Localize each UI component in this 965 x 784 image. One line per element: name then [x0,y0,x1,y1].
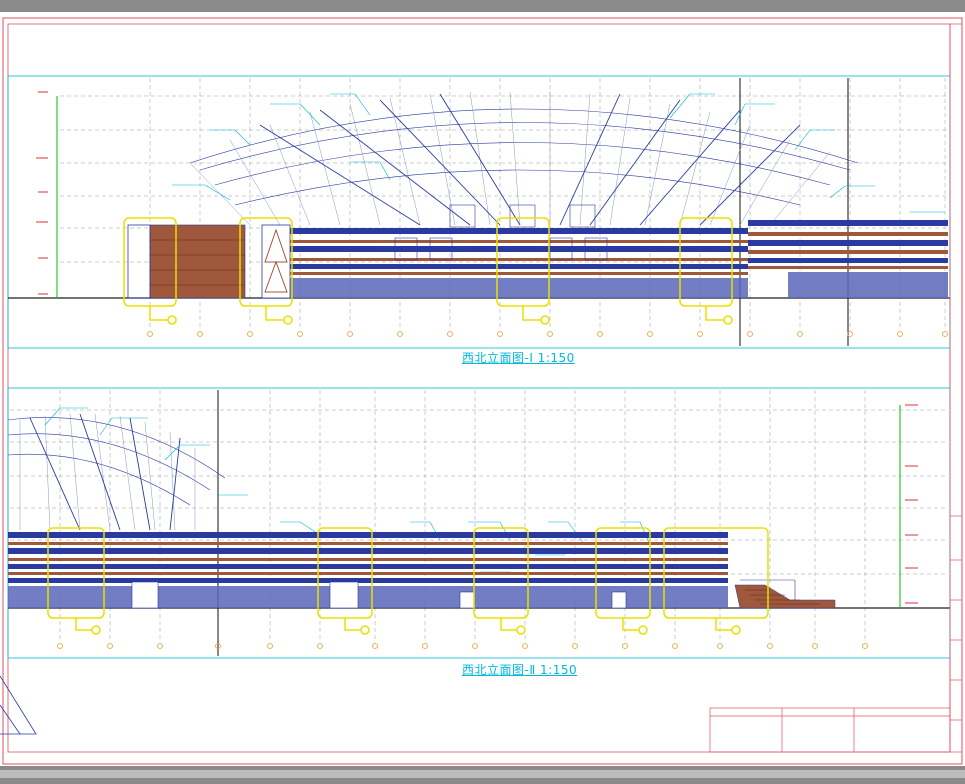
elevation-2-title: 西北立面图-Ⅱ 1:150 [462,663,578,677]
north-arrow [0,675,37,735]
building-body-2 [8,532,836,609]
elevation-2-level-scale [899,404,918,608]
horizontal-bands-1 [290,220,948,298]
building-body-1 [127,204,948,299]
window-bottom-scrollbar[interactable] [0,770,965,778]
stair-ramp [734,584,836,609]
elevation-1-title: 西北立面图-Ⅰ 1:150 [462,351,575,365]
brick-facade [149,224,246,299]
elevation-1 [7,75,951,349]
roof-truss-2 [7,413,226,531]
elevation-1-level-scale [36,91,58,298]
axis-bubbles-2 [57,643,868,649]
leader-labels-2 [44,407,651,573]
elevation-2 [7,387,951,659]
axis-bubbles-1 [147,331,948,337]
